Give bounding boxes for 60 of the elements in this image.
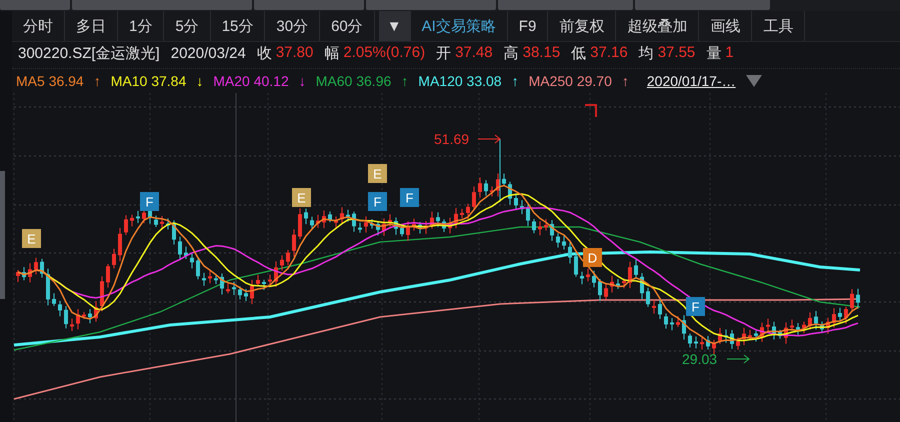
period-tab[interactable]: 5分 <box>164 11 211 41</box>
period-tab[interactable]: 多日 <box>65 11 118 41</box>
high-arrow-icon <box>478 134 501 144</box>
quote-value: 37.48 <box>455 44 493 62</box>
ma-value: MA5 36.94 <box>16 73 84 89</box>
signal-marker[interactable]: F <box>686 297 705 316</box>
period-tab[interactable]: AI交易策略 <box>410 11 508 41</box>
trend-arrow: ↑ <box>401 73 408 89</box>
date-range-link[interactable]: 2020/01/17-… <box>646 73 736 89</box>
quote-value: 1 <box>725 44 734 62</box>
quote-label: 幅 <box>324 44 340 62</box>
ma-value: MA250 29.70 <box>528 73 612 89</box>
ma-value: MA60 36.96 <box>316 73 392 89</box>
dropdown-button[interactable]: ▼ <box>378 11 411 41</box>
quote-date: 2020/03/24 <box>170 44 246 62</box>
ma-value: MA120 33.08 <box>418 73 502 89</box>
period-tab[interactable]: 画线 <box>699 11 752 41</box>
window-tab[interactable] <box>72 0 252 10</box>
dropdown-icon[interactable] <box>746 75 762 87</box>
trend-arrow: ↓ <box>298 73 306 89</box>
low-price-label: 29.03 <box>682 351 718 367</box>
quote-value: 37.80 <box>276 44 314 62</box>
period-tab[interactable]: 60分 <box>320 11 375 41</box>
stock-symbol: 300220.SZ[金运激光] <box>18 44 160 62</box>
quote-value: 38.15 <box>522 44 560 62</box>
high-price-label: 51.69 <box>434 131 470 147</box>
quote-value: 37.16 <box>590 44 628 62</box>
period-tab[interactable]: 30分 <box>265 11 320 41</box>
quote-value: 37.55 <box>658 44 696 62</box>
period-tab[interactable]: 15分 <box>210 11 266 41</box>
quote-value: 2.05%(0.76) <box>343 44 426 62</box>
quote-label: 均 <box>638 44 654 62</box>
quote-label: 低 <box>571 44 586 62</box>
window-tab[interactable] <box>0 0 70 10</box>
period-tab[interactable]: F9 <box>508 11 548 41</box>
period-tab[interactable]: 1分 <box>118 11 164 41</box>
quote-label: 量 <box>706 44 722 62</box>
ma-value: MA20 40.12 <box>213 73 289 89</box>
ma-value: MA10 37.84 <box>110 73 186 89</box>
low-arrow-icon <box>726 354 750 364</box>
trend-arrow: ↓ <box>196 73 204 89</box>
quote-label: 开 <box>436 44 452 62</box>
window-tab[interactable] <box>366 0 496 10</box>
trend-arrow: ↑ <box>512 73 519 89</box>
window-tab[interactable] <box>498 0 633 10</box>
signal-marker[interactable]: F <box>140 192 159 211</box>
window-tab[interactable] <box>254 0 364 10</box>
period-tab[interactable]: 超级叠加 <box>616 11 700 41</box>
period-tab[interactable]: 分时 <box>12 11 65 41</box>
scrollbar-thumb[interactable] <box>0 171 5 299</box>
trend-arrow: ↑ <box>622 73 629 89</box>
signal-marker[interactable]: F <box>400 188 419 207</box>
quote-label: 收 <box>256 44 272 62</box>
quote-label: 高 <box>504 44 519 62</box>
corner-bracket-icon <box>585 104 597 117</box>
period-tab[interactable]: 前复权 <box>548 11 616 41</box>
window-tab[interactable] <box>635 0 770 10</box>
period-tab[interactable]: 工具 <box>752 11 806 41</box>
trend-arrow: ↑ <box>94 73 101 89</box>
signal-marker[interactable]: F <box>368 192 387 211</box>
